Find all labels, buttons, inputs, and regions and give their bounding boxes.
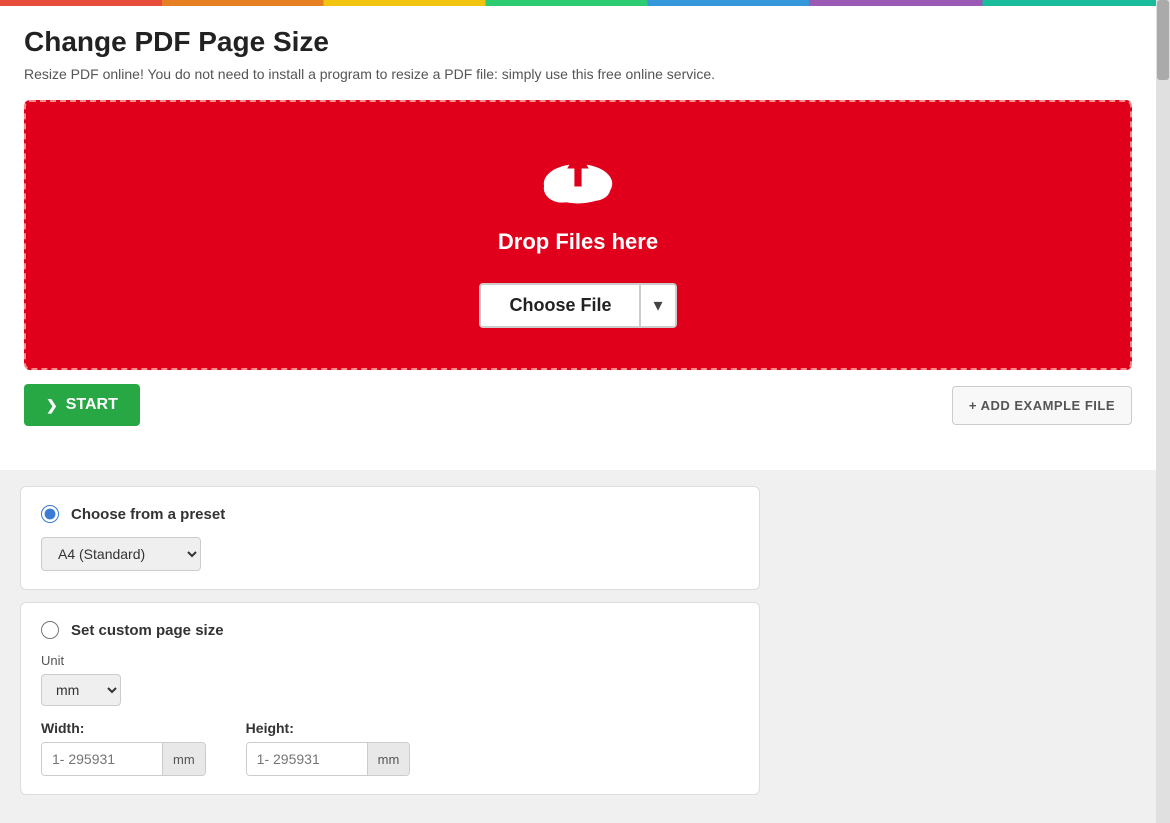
scrollbar-thumb[interactable] bbox=[1157, 0, 1169, 80]
action-bar: ❯ START + ADD EXAMPLE FILE bbox=[24, 384, 1132, 426]
choose-file-button[interactable]: Choose File bbox=[481, 285, 639, 326]
height-label: Height: bbox=[246, 720, 411, 736]
custom-option-card: Set custom page size Unit mm cm in px Wi… bbox=[20, 602, 760, 795]
preset-select[interactable]: A4 (Standard) A3 A5 Letter Legal bbox=[41, 537, 201, 571]
width-input[interactable] bbox=[42, 743, 162, 775]
preset-label: Choose from a preset bbox=[71, 506, 225, 523]
drop-zone[interactable]: Drop Files here Choose File ▾ bbox=[24, 100, 1132, 370]
width-unit-badge: mm bbox=[162, 743, 205, 775]
size-fields: Width: mm Height: mm bbox=[41, 720, 739, 776]
width-label: Width: bbox=[41, 720, 206, 736]
unit-field-label: Unit bbox=[41, 653, 739, 668]
drop-text: Drop Files here bbox=[498, 229, 658, 255]
unit-select[interactable]: mm cm in px bbox=[41, 674, 121, 706]
height-input-wrap: mm bbox=[246, 742, 411, 776]
choose-file-dropdown-button[interactable]: ▾ bbox=[639, 285, 674, 326]
start-button[interactable]: ❯ START bbox=[24, 384, 140, 426]
height-unit-badge: mm bbox=[367, 743, 410, 775]
start-label: START bbox=[66, 396, 118, 414]
upload-cloud-icon bbox=[533, 142, 623, 217]
preset-option-card: Choose from a preset A4 (Standard) A3 A5… bbox=[20, 486, 760, 590]
scrollbar[interactable] bbox=[1156, 0, 1170, 823]
start-chevron-icon: ❯ bbox=[46, 397, 58, 414]
page-title: Change PDF Page Size bbox=[24, 26, 1132, 58]
custom-radio[interactable] bbox=[41, 621, 59, 639]
page-subtitle: Resize PDF online! You do not need to in… bbox=[24, 66, 1132, 82]
custom-label: Set custom page size bbox=[71, 622, 224, 639]
options-section: Choose from a preset A4 (Standard) A3 A5… bbox=[0, 470, 1156, 823]
add-example-button[interactable]: + ADD EXAMPLE FILE bbox=[952, 386, 1132, 425]
preset-radio[interactable] bbox=[41, 505, 59, 523]
choose-file-wrapper[interactable]: Choose File ▾ bbox=[479, 283, 676, 328]
width-input-wrap: mm bbox=[41, 742, 206, 776]
height-field: Height: mm bbox=[246, 720, 411, 776]
custom-size-section: Unit mm cm in px Width: mm bbox=[41, 653, 739, 776]
height-input[interactable] bbox=[247, 743, 367, 775]
width-field: Width: mm bbox=[41, 720, 206, 776]
